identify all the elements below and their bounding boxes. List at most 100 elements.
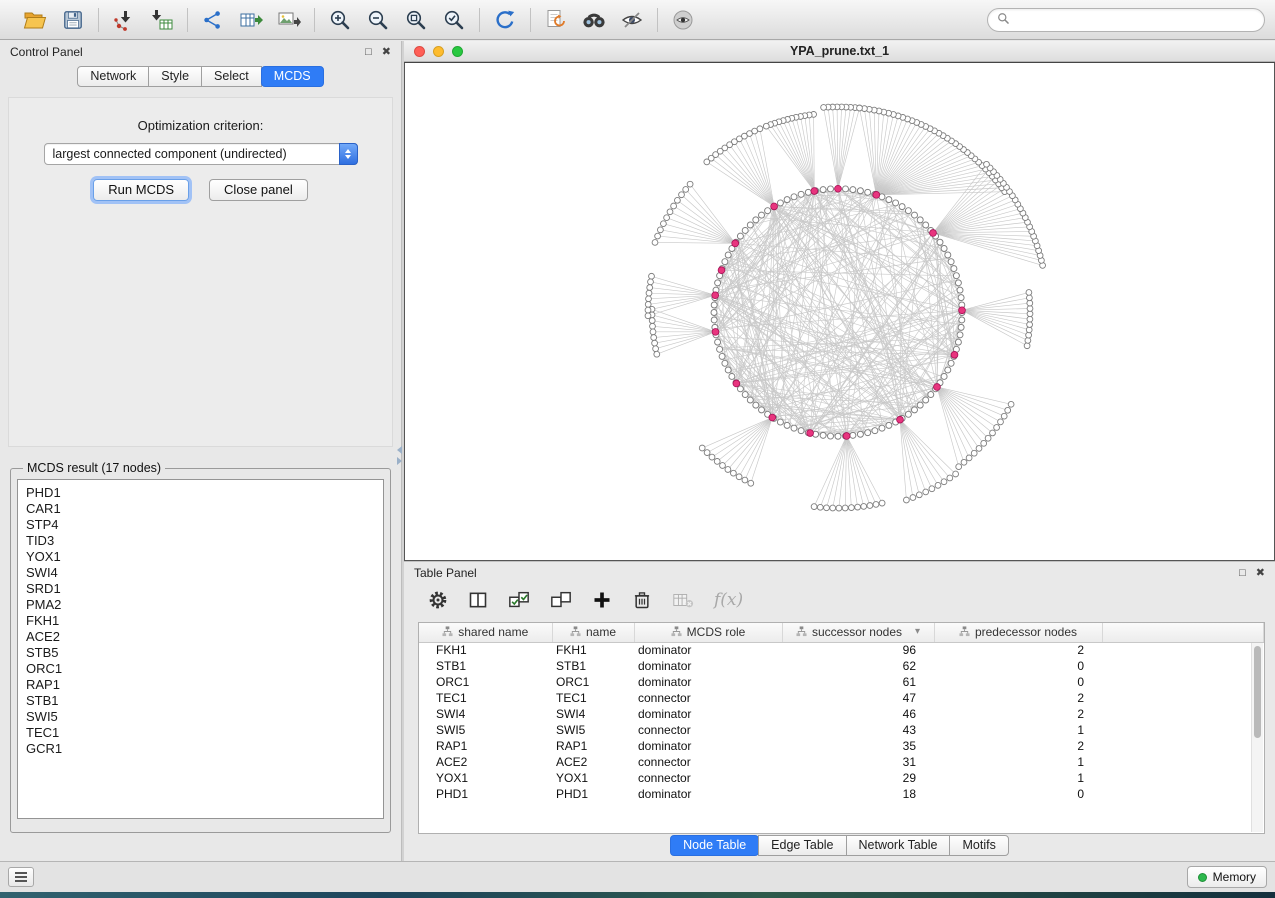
close-panel-icon[interactable]: ✖ (382, 46, 391, 58)
mcds-result-item[interactable]: PMA2 (26, 597, 375, 613)
scrollbar-thumb[interactable] (1254, 646, 1261, 738)
mcds-result-item[interactable]: YOX1 (26, 549, 375, 565)
mcds-result-item[interactable]: STB5 (26, 645, 375, 661)
tab-network-table[interactable]: Network Table (846, 835, 951, 856)
network-canvas[interactable] (404, 62, 1275, 561)
tab-mcds[interactable]: MCDS (261, 66, 324, 87)
table-row[interactable]: YOX1YOX1connector291 (419, 770, 1264, 786)
mcds-result-list[interactable]: PHD1CAR1STP4TID3YOX1SWI4SRD1PMA2FKH1ACE2… (17, 479, 384, 819)
optimization-criterion-label: Optimization criterion: (9, 118, 392, 133)
export-network-icon[interactable] (199, 6, 227, 34)
export-document-icon[interactable] (542, 6, 570, 34)
mcds-result-item[interactable]: TEC1 (26, 725, 375, 741)
zoom-in-icon[interactable] (326, 6, 354, 34)
table-tabs: Node Table Edge Table Network Table Moti… (404, 835, 1275, 856)
import-network-icon[interactable] (110, 6, 138, 34)
mcds-result-item[interactable]: PHD1 (26, 485, 375, 501)
mcds-result-item[interactable]: ACE2 (26, 629, 375, 645)
memory-status-icon (1198, 873, 1207, 882)
table-panel-header: Table Panel □ ✖ (404, 562, 1275, 582)
tab-select[interactable]: Select (201, 66, 262, 87)
search-input[interactable] (1016, 13, 1255, 27)
search-icon (997, 12, 1010, 28)
table-row[interactable]: RAP1RAP1dominator352 (419, 738, 1264, 754)
add-column-icon[interactable] (592, 590, 612, 610)
table-panel: Table Panel □ ✖ f(x) (404, 561, 1275, 861)
table-row[interactable]: ORC1ORC1dominator610 (419, 674, 1264, 690)
open-folder-icon[interactable] (21, 6, 49, 34)
mcds-result-item[interactable]: CAR1 (26, 501, 375, 517)
column-header-successor-nodes[interactable]: successor nodes▾ (782, 623, 934, 642)
hide-eye-icon[interactable] (618, 6, 646, 34)
mcds-panel: Optimization criterion: largest connecte… (8, 97, 393, 447)
clear-table-icon-disabled (672, 589, 694, 611)
zoom-fit-icon[interactable] (402, 6, 430, 34)
table-row[interactable]: ACE2ACE2connector311 (419, 754, 1264, 770)
export-image-icon[interactable] (275, 6, 303, 34)
table-header-row[interactable]: shared name name MCDS role successor nod… (419, 623, 1264, 642)
criterion-dropdown[interactable]: largest connected component (undirected) (44, 143, 358, 165)
zoom-selected-icon[interactable] (440, 6, 468, 34)
save-icon[interactable] (59, 6, 87, 34)
dropdown-stepper-icon[interactable] (339, 143, 358, 165)
table-row[interactable]: TEC1TEC1connector472 (419, 690, 1264, 706)
close-panel-button[interactable]: Close panel (209, 179, 308, 201)
column-header-shared-name[interactable]: shared name (419, 623, 552, 642)
tab-network[interactable]: Network (77, 66, 149, 87)
mcds-result-item[interactable]: TID3 (26, 533, 375, 549)
network-title: YPA_prune.txt_1 (404, 44, 1275, 58)
column-header-name[interactable]: name (552, 623, 634, 642)
sort-chevron-icon[interactable]: ▾ (915, 626, 920, 637)
node-table-body: FKH1FKH1dominator962STB1STB1dominator620… (419, 642, 1264, 802)
table-scrollbar[interactable] (1251, 643, 1263, 832)
close-panel-icon[interactable]: ✖ (1256, 567, 1265, 579)
mcds-result-item[interactable]: ORC1 (26, 661, 375, 677)
panel-menu-button[interactable] (8, 867, 34, 887)
memory-label: Memory (1213, 870, 1256, 884)
mcds-result-item[interactable]: STB1 (26, 693, 375, 709)
mcds-result-item[interactable]: SWI4 (26, 565, 375, 581)
select-all-icon[interactable] (508, 589, 530, 611)
desktop-wallpaper-strip (0, 892, 1275, 898)
export-table-icon[interactable] (237, 6, 265, 34)
tab-style[interactable]: Style (148, 66, 202, 87)
table-row[interactable]: SWI4SWI4dominator462 (419, 706, 1264, 722)
table-settings-gear-icon[interactable] (428, 590, 448, 610)
tab-edge-table[interactable]: Edge Table (758, 835, 846, 856)
mcds-result-item[interactable]: STP4 (26, 517, 375, 533)
node-table[interactable]: shared name name MCDS role successor nod… (418, 622, 1265, 834)
import-table-icon[interactable] (148, 6, 176, 34)
search-network-icon[interactable] (580, 6, 608, 34)
mcds-result-item[interactable]: GCR1 (26, 741, 375, 757)
table-row[interactable]: PHD1PHD1dominator180 (419, 786, 1264, 802)
column-header-mcds-role[interactable]: MCDS role (634, 623, 782, 642)
mcds-result-item[interactable]: RAP1 (26, 677, 375, 693)
delete-column-icon[interactable] (632, 590, 652, 610)
tab-motifs[interactable]: Motifs (949, 835, 1008, 856)
table-row[interactable]: SWI5SWI5connector431 (419, 722, 1264, 738)
run-mcds-button[interactable]: Run MCDS (93, 179, 189, 201)
refresh-icon[interactable] (491, 6, 519, 34)
function-builder-icon: f(x) (714, 590, 743, 610)
float-panel-icon[interactable]: □ (365, 46, 372, 58)
search-field[interactable] (987, 8, 1265, 32)
deselect-all-icon[interactable] (550, 589, 572, 611)
float-panel-icon[interactable]: □ (1239, 567, 1246, 579)
network-titlebar[interactable]: YPA_prune.txt_1 (404, 41, 1275, 62)
control-panel-tabs: Network Style Select MCDS (0, 66, 401, 87)
column-header-predecessor-nodes[interactable]: predecessor nodes (934, 623, 1102, 642)
control-panel-title: Control Panel (10, 45, 83, 59)
table-row[interactable]: FKH1FKH1dominator962 (419, 642, 1264, 658)
table-row[interactable]: STB1STB1dominator620 (419, 658, 1264, 674)
control-panel-header: Control Panel □ ✖ (0, 41, 401, 61)
mcds-result-item[interactable]: SWI5 (26, 709, 375, 725)
memory-button[interactable]: Memory (1187, 866, 1267, 888)
table-panel-title: Table Panel (414, 566, 477, 580)
mcds-result-item[interactable]: SRD1 (26, 581, 375, 597)
mcds-result-item[interactable]: FKH1 (26, 613, 375, 629)
splitter-collapse-icon[interactable] (397, 446, 402, 465)
show-columns-icon[interactable] (468, 590, 488, 610)
zoom-out-icon[interactable] (364, 6, 392, 34)
tab-node-table[interactable]: Node Table (670, 835, 759, 856)
show-eye-icon[interactable] (669, 6, 697, 34)
